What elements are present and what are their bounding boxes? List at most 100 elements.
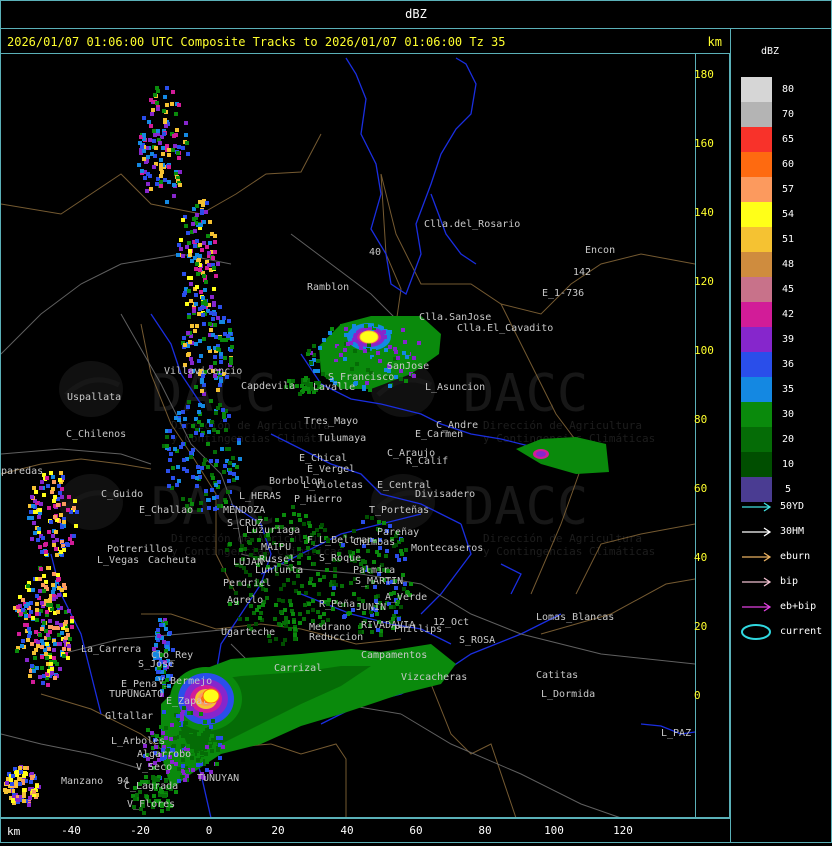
place-label: Tres_Mayo: [304, 416, 358, 427]
place-label: Palmira: [353, 565, 395, 576]
x-axis: km -40 -20 0 20 40 60 80 100 120: [0, 817, 731, 843]
legend-track-label: 50YD: [780, 501, 805, 512]
place-label: V_Seco: [136, 762, 172, 773]
legend-swatch: [741, 152, 772, 177]
legend-level-label: 35: [781, 384, 795, 395]
track-arrow-icon: [742, 602, 772, 612]
place-label: S_MARTIN: [355, 576, 403, 587]
x-tick-label: 80: [478, 824, 491, 837]
legend-swatch: [741, 402, 772, 427]
place-label: E_1-736: [542, 288, 584, 299]
place-label: T_Porteñas: [369, 505, 429, 516]
place-label: S_ROSA: [459, 635, 495, 646]
place-label: Encon: [585, 245, 615, 256]
track-arrow-icon: [742, 552, 772, 562]
place-label: Catitas: [536, 670, 578, 681]
track-arrow-icon: [742, 577, 772, 587]
place-label: E_Carmen: [415, 429, 463, 440]
legend-level-label: 45: [781, 284, 795, 295]
legend-swatch: [741, 327, 772, 352]
legend-level-label: 42: [781, 309, 795, 320]
place-label: Clla.del_Rosario: [424, 219, 520, 230]
place-label: SanJose: [387, 361, 429, 372]
place-label: V_Bermejo: [158, 676, 212, 687]
place-label: JUNIN: [356, 602, 386, 613]
place-label: TUNUYAN: [197, 773, 239, 784]
legend-level-label: 80: [781, 84, 795, 95]
legend-level-label: 51: [781, 234, 795, 245]
place-label: Villavicencio: [164, 366, 242, 377]
x-tick-label: 100: [544, 824, 564, 837]
legend-swatch: [741, 452, 772, 477]
watermark-line1: Dirección de Agricultura: [483, 419, 642, 432]
place-label: S_Francisco: [328, 372, 394, 383]
legend-title: dBZ: [761, 46, 780, 57]
place-label: L_Arboles: [111, 736, 165, 747]
y-tick-label: 120: [694, 275, 714, 288]
watermark-line1: Dirección de Agricultura: [483, 532, 642, 545]
watermark-brand: DACC: [463, 477, 588, 537]
place-label: paredas: [1, 466, 43, 477]
y-tick-label: 140: [694, 206, 714, 219]
x-tick-label: 60: [409, 824, 422, 837]
place-label: MAIPU: [261, 542, 291, 553]
place-label: C_Guido: [101, 489, 143, 500]
place-label: Reduccion: [309, 632, 363, 643]
place-label: S_Jose: [138, 659, 174, 670]
legend-track-label: eburn: [780, 551, 811, 562]
storm-marker-north: [359, 330, 379, 344]
place-label: TUPUNGATO: [109, 689, 163, 700]
legend-level-label: 10: [781, 459, 795, 470]
place-label: E_Vergel: [307, 464, 355, 475]
x-tick-label: 40: [340, 824, 353, 837]
radar-map[interactable]: DACC Dirección de Agricultura y Continge…: [0, 53, 696, 819]
place-label: Tulumaya: [318, 433, 366, 444]
place-label: Montecaseros: [411, 543, 483, 554]
place-label: Ugarteche: [221, 627, 275, 638]
y-tick-label: 160: [694, 137, 714, 150]
place-label: 142: [573, 267, 591, 278]
y-tick-label: 80: [694, 413, 707, 426]
place-label: Chimbas: [353, 537, 395, 548]
place-label: Lavalle: [313, 382, 355, 393]
place-label: 12_Oct: [433, 617, 469, 628]
watermark-brand: DACC: [463, 364, 588, 424]
place-label: C_Lagrada: [124, 781, 178, 792]
x-tick-label: -40: [61, 824, 81, 837]
legend-swatch: [741, 227, 772, 252]
place-label: L_HERAS: [239, 491, 281, 502]
place-label: Luzuriaga: [246, 525, 300, 536]
legend-swatch: [741, 377, 772, 402]
place-label: Algarrobo: [137, 749, 191, 760]
header-text: 2026/01/07 01:06:00 UTC Composite Tracks…: [7, 35, 506, 49]
x-tick-label: 0: [206, 824, 213, 837]
legend-track-label: eb+bip: [780, 601, 817, 612]
place-label: E_Chical: [299, 453, 347, 464]
track-arrow-icon: [742, 502, 772, 512]
storm-marker-south: [202, 688, 220, 704]
x-axis-unit: km: [7, 825, 21, 838]
legend-swatch: [741, 252, 772, 277]
legend-level-label: 60: [781, 159, 795, 170]
legend-level-label: 54: [781, 209, 795, 220]
radar-echoes: [3, 86, 609, 815]
radar-map-canvas: DACC Dirección de Agricultura y Continge…: [0, 57, 696, 819]
legend-swatch: [741, 177, 772, 202]
place-label: MENDOZA: [223, 505, 265, 516]
place-label: 94: [117, 776, 129, 787]
legend-swatch: [741, 302, 772, 327]
y-tick-label: 100: [694, 344, 714, 357]
legend-track-label: 30HM: [780, 526, 805, 537]
legend-level-label: 30: [781, 409, 795, 420]
place-label: Clla.El_Cavadito: [457, 323, 553, 334]
header-km-label: km: [707, 35, 722, 49]
title-label: dBZ: [405, 7, 427, 21]
legend-swatch: [741, 202, 772, 227]
legend-swatch: [741, 427, 772, 452]
place-label: Cacheuta: [148, 555, 196, 566]
legend-level-label: 65: [781, 134, 795, 145]
legend-level-label: 20: [781, 434, 795, 445]
place-label: Vizcacheras: [401, 672, 467, 683]
y-axis-ticks: 180 160 140 120 100 80 60 40 20 0: [694, 68, 714, 702]
y-tick-label: 40: [694, 551, 707, 564]
